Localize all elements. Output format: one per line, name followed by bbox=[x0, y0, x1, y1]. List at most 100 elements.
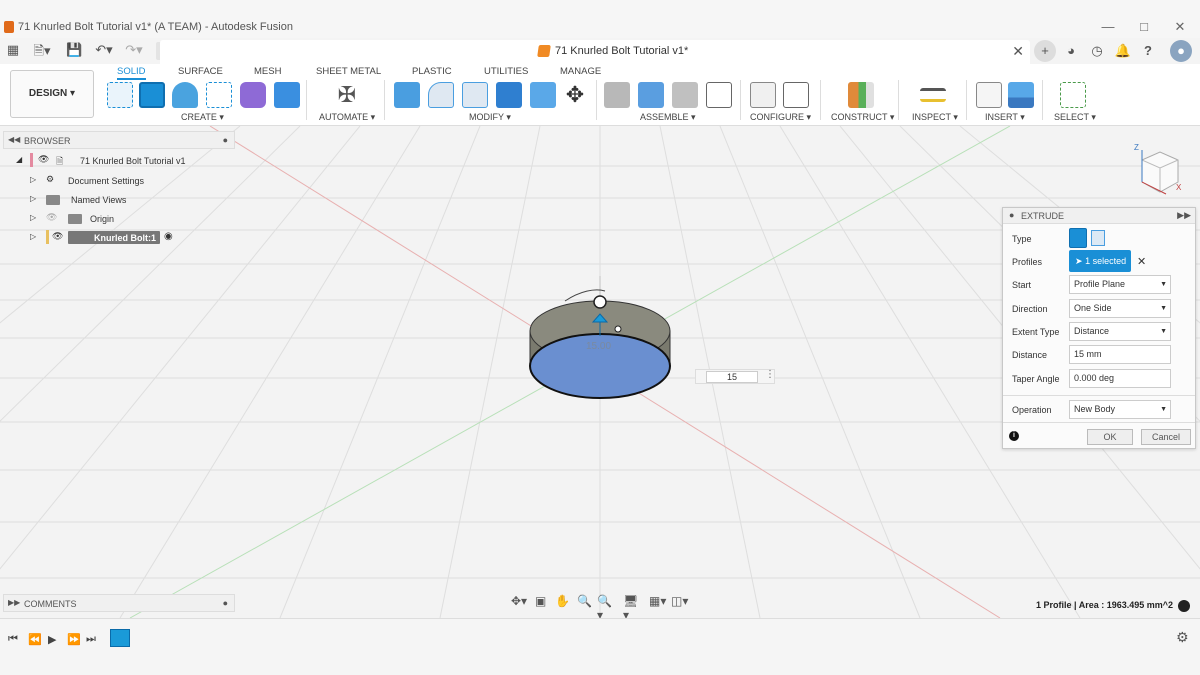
browser-panel-header[interactable]: ◀◀ BROWSER ● bbox=[3, 131, 235, 149]
form-icon[interactable] bbox=[240, 82, 266, 108]
notifications-bell-icon[interactable]: 🔔 bbox=[1112, 40, 1134, 62]
distance-manipulator-input[interactable]: 15 bbox=[706, 371, 758, 383]
operation-select[interactable]: New Body ▼ bbox=[1069, 400, 1171, 419]
tab-sheet-metal[interactable]: SHEET METAL bbox=[316, 66, 381, 77]
expand-arrow-icon[interactable]: ▷ bbox=[30, 194, 36, 203]
automate-group-label[interactable]: AUTOMATE ▾ bbox=[319, 112, 375, 123]
visibility-eye-icon[interactable]: 👁 bbox=[52, 231, 63, 242]
configure-rules-icon[interactable] bbox=[783, 82, 809, 108]
move-copy-icon[interactable]: ✥ bbox=[562, 82, 588, 108]
select-group-label[interactable]: SELECT ▾ bbox=[1054, 112, 1096, 123]
browser-pin-icon[interactable]: ● bbox=[223, 135, 228, 145]
zoom-icon[interactable]: 🔍 bbox=[577, 594, 592, 608]
press-pull-icon[interactable] bbox=[394, 82, 420, 108]
insert-image-icon[interactable] bbox=[1008, 82, 1034, 108]
fillet-icon[interactable] bbox=[428, 82, 454, 108]
marking-menu-icon[interactable] bbox=[1178, 600, 1190, 612]
undo-icon[interactable]: ↶▾ bbox=[92, 42, 116, 60]
grid-settings-icon[interactable]: ▦▾ bbox=[649, 594, 666, 608]
pan-hand-icon[interactable]: ✋ bbox=[555, 594, 570, 608]
new-tab-plus-icon[interactable]: + bbox=[1034, 40, 1056, 62]
minimize-button[interactable]: — bbox=[1098, 19, 1118, 34]
go-to-end-icon[interactable]: ⏭ bbox=[86, 633, 96, 646]
orbit-icon[interactable]: ✥▾ bbox=[511, 594, 527, 608]
visibility-eye-icon[interactable]: 👁 bbox=[38, 154, 49, 165]
joint-icon[interactable] bbox=[638, 82, 664, 108]
close-tab-button[interactable]: ✕ bbox=[1012, 43, 1024, 60]
offset-plane-icon[interactable] bbox=[848, 82, 874, 108]
tab-utilities[interactable]: UTILITIES bbox=[484, 66, 528, 77]
go-to-start-icon[interactable]: ⏮ bbox=[8, 633, 18, 646]
tab-manage[interactable]: MANAGE bbox=[560, 66, 601, 77]
manipulator-menu-icon[interactable]: ⋮ bbox=[765, 369, 775, 380]
comments-panel[interactable]: ▶▶ COMMENTS ● bbox=[3, 594, 235, 612]
redo-icon[interactable]: ↷▾ bbox=[122, 42, 146, 60]
comments-pin-icon[interactable]: ● bbox=[223, 598, 228, 608]
insert-group-label[interactable]: INSERT ▾ bbox=[985, 112, 1025, 123]
viewports-icon[interactable]: ◫▾ bbox=[671, 594, 688, 608]
revolve-icon[interactable] bbox=[172, 82, 198, 108]
maximize-button[interactable]: □ bbox=[1134, 19, 1154, 34]
tab-solid[interactable]: SOLID bbox=[117, 66, 146, 80]
shell-icon[interactable] bbox=[496, 82, 522, 108]
measure-icon[interactable] bbox=[920, 88, 946, 102]
timeline-sketch-feature[interactable] bbox=[110, 629, 130, 647]
tab-plastic[interactable]: PLASTIC bbox=[412, 66, 452, 77]
look-at-icon[interactable]: ▣ bbox=[535, 594, 546, 608]
tab-surface[interactable]: SURFACE bbox=[178, 66, 223, 77]
as-built-joint-icon[interactable] bbox=[672, 82, 698, 108]
play-icon[interactable]: ▶ bbox=[48, 633, 56, 646]
select-window-icon[interactable] bbox=[1060, 82, 1086, 108]
tree-item-document-settings[interactable]: ▷ ⚙ Document Settings bbox=[30, 174, 210, 190]
expand-dialog-icon[interactable]: ▶▶ bbox=[1177, 210, 1191, 221]
expand-arrow-icon[interactable]: ▷ bbox=[30, 175, 36, 184]
chamfer-icon[interactable] bbox=[462, 82, 488, 108]
expand-arrow-icon[interactable]: ▷ bbox=[30, 213, 36, 222]
workspace-switcher[interactable]: DESIGN ▾ bbox=[10, 70, 94, 118]
distance-field[interactable]: 15 mm bbox=[1069, 345, 1171, 364]
dialog-header[interactable]: ● EXTRUDE ▶▶ bbox=[1003, 208, 1195, 224]
profiles-selection[interactable]: ➤ 1 selected bbox=[1069, 250, 1131, 272]
close-window-button[interactable]: ✕ bbox=[1170, 19, 1190, 35]
clear-selection-icon[interactable]: ✕ bbox=[1137, 255, 1146, 268]
view-cube[interactable]: Z X bbox=[1128, 140, 1188, 200]
solid-type-icon[interactable] bbox=[1069, 228, 1087, 248]
modify-group-label[interactable]: MODIFY ▾ bbox=[469, 112, 511, 123]
combine-icon[interactable] bbox=[530, 82, 556, 108]
new-component-icon[interactable] bbox=[604, 82, 630, 108]
data-panel-icon[interactable]: ◕ bbox=[1060, 40, 1082, 62]
step-forward-icon[interactable]: ⏩ bbox=[67, 633, 81, 646]
save-icon[interactable]: 💾 bbox=[66, 42, 82, 60]
create-group-label[interactable]: CREATE ▾ bbox=[181, 112, 224, 123]
cancel-button[interactable]: Cancel bbox=[1141, 429, 1191, 445]
info-icon[interactable]: i bbox=[1009, 431, 1019, 441]
tree-item-root[interactable]: ◢ 👁 🗎 71 Knurled Bolt Tutorial v1 bbox=[16, 153, 196, 170]
tab-mesh[interactable]: MESH bbox=[254, 66, 281, 77]
insert-derive-icon[interactable] bbox=[976, 82, 1002, 108]
configure-table-icon[interactable] bbox=[750, 82, 776, 108]
taper-angle-field[interactable]: 0.000 deg bbox=[1069, 369, 1171, 388]
start-select[interactable]: Profile Plane ▼ bbox=[1069, 275, 1171, 294]
activate-radio-icon[interactable]: ◉ bbox=[164, 231, 173, 242]
sweep-icon[interactable] bbox=[206, 82, 232, 108]
collapse-panel-icon[interactable]: ◀◀ bbox=[8, 135, 20, 144]
file-menu-icon[interactable]: 🗎▾ bbox=[32, 42, 52, 60]
construct-group-label[interactable]: CONSTRUCT ▾ bbox=[831, 112, 894, 123]
tree-item-named-views[interactable]: ▷ Named Views bbox=[30, 193, 210, 209]
expand-panel-icon[interactable]: ▶▶ bbox=[8, 598, 20, 607]
configure-group-label[interactable]: CONFIGURE ▾ bbox=[750, 112, 811, 123]
help-icon[interactable]: ? bbox=[1137, 40, 1159, 62]
thin-type-icon[interactable] bbox=[1091, 230, 1105, 246]
expand-arrow-icon[interactable]: ◢ bbox=[16, 155, 22, 164]
user-avatar[interactable]: ● bbox=[1170, 40, 1192, 62]
automate-icon[interactable]: ✠ bbox=[334, 82, 360, 108]
extrude-icon[interactable] bbox=[139, 82, 165, 108]
inspect-group-label[interactable]: INSPECT ▾ bbox=[912, 112, 958, 123]
timeline-settings-gear-icon[interactable]: ⚙ bbox=[1176, 629, 1189, 646]
assemble-group-label[interactable]: ASSEMBLE ▾ bbox=[640, 112, 696, 123]
bill-of-materials-icon[interactable] bbox=[706, 82, 732, 108]
create-sketch-icon[interactable] bbox=[107, 82, 133, 108]
ok-button[interactable]: OK bbox=[1087, 429, 1133, 445]
step-back-icon[interactable]: ⏪ bbox=[28, 633, 42, 646]
box-icon[interactable] bbox=[274, 82, 300, 108]
